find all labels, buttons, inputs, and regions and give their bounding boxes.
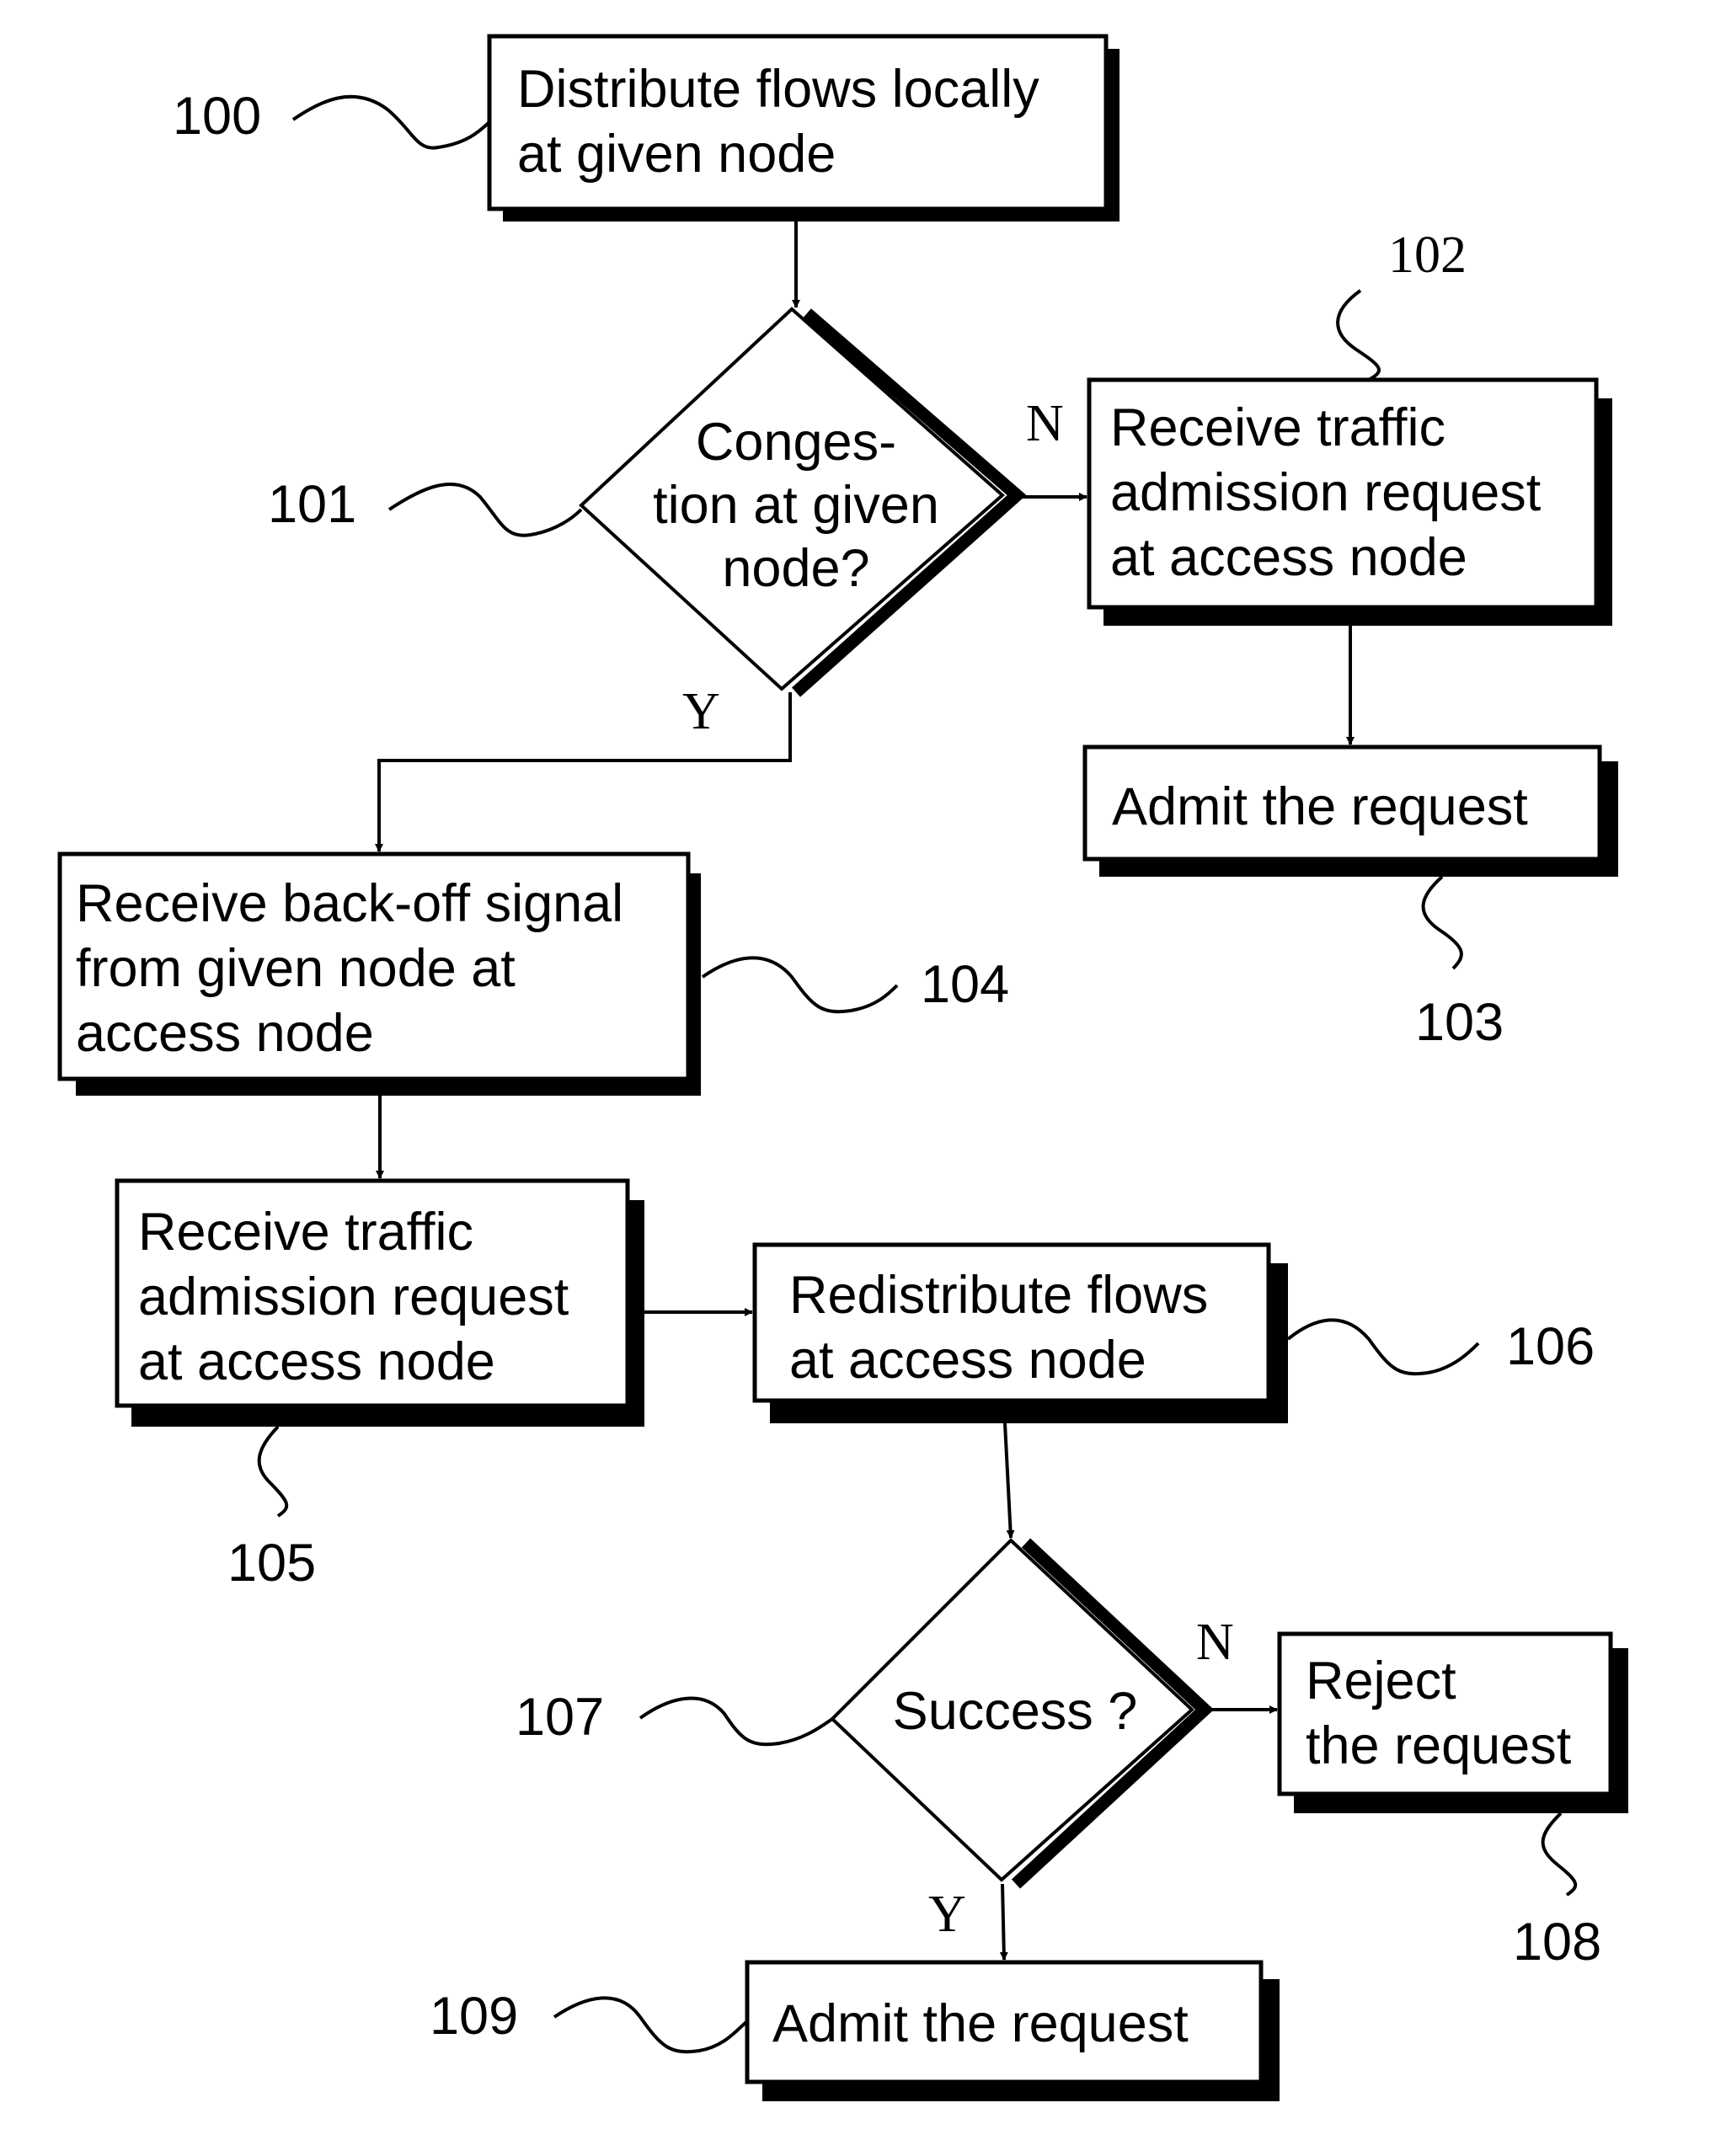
leader-107 [639,1696,834,1747]
ref-label-104: 104 [921,955,1010,1014]
flowchart-canvas: Distribute flows locally at given node C… [0,0,1726,2156]
ref-label-103: 103 [1415,993,1504,1052]
leader-104 [701,956,899,1014]
leader-101 [387,483,583,537]
ref-label-106: 106 [1506,1317,1595,1376]
ref-label-107: 107 [516,1688,605,1747]
branch-label-107-no: N [1196,1614,1234,1671]
edge-107-109-yes [999,1883,1008,1961]
ref-label-100: 100 [173,87,262,146]
node-101-text: Conges- tion at given node? [653,413,939,598]
ref-label-102: 102 [1388,227,1467,284]
node-102-text: Receive traffic admission request at acc… [1110,398,1542,587]
leader-102 [1336,289,1381,382]
node-107-text: Success ? [892,1682,1138,1741]
leader-108 [1541,1812,1578,1897]
branch-label-107-yes: Y [928,1886,966,1943]
node-104-text: Receive back-off signal from given node … [76,874,624,1063]
ref-label-101: 101 [268,475,357,534]
node-103-text: Admit the request [1112,777,1528,836]
node-105-text: Receive traffic admission request at acc… [138,1203,569,1391]
node-100-text: Distribute flows locally at given node [517,60,1039,184]
leader-105 [257,1425,289,1518]
ref-label-109: 109 [430,1987,519,2046]
leader-103 [1421,875,1463,970]
edge-106-107 [1003,1422,1015,1539]
node-108-text: Reject the request [1306,1652,1572,1775]
leader-109 [553,1996,749,2054]
node-109-text: Admit the request [772,1994,1189,2053]
branch-label-101-no: N [1026,395,1064,452]
flowchart-shapes [57,34,1628,2101]
leader-106 [1286,1318,1480,1376]
edge-101-104-yes [375,692,792,852]
ref-label-108: 108 [1513,1913,1602,1972]
leader-100 [291,94,491,150]
node-106-text: Redistribute flows at access node [789,1266,1209,1390]
ref-label-105: 105 [227,1534,317,1593]
branch-label-101-yes: Y [682,683,720,740]
